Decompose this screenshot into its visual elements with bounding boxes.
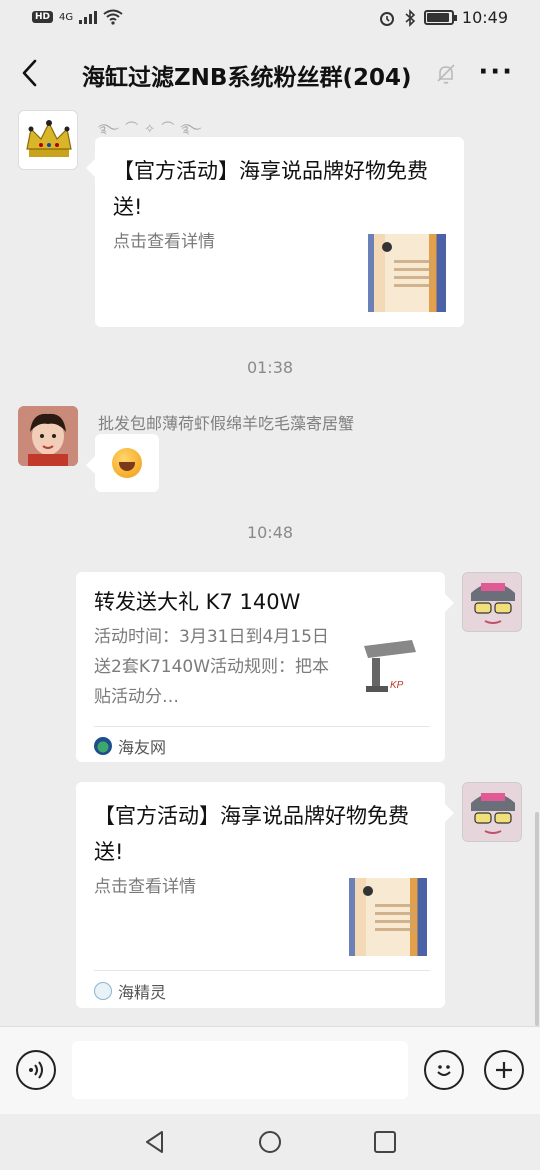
source-label: 海精灵 bbox=[118, 983, 167, 1002]
timestamp: 10:48 bbox=[246, 523, 294, 542]
recents-icon[interactable] bbox=[372, 1129, 398, 1155]
shared-miniprogram-card[interactable]: 【官方活动】海享说品牌好物免费送! 点击查看详情 海精灵 bbox=[76, 782, 454, 1008]
card-title: 【官方活动】海享说品牌好物免费送! bbox=[113, 159, 428, 219]
miniprogram-source: 海精灵 bbox=[94, 979, 166, 1003]
scrollbar[interactable] bbox=[535, 812, 539, 1026]
avatar[interactable] bbox=[462, 782, 522, 842]
divider bbox=[94, 970, 430, 971]
battery-icon bbox=[423, 10, 457, 25]
system-navigation bbox=[0, 1114, 540, 1170]
shared-article-card[interactable]: 转发送大礼 K7 140W 活动时间：3月31日到4月15日送2套K7140W活… bbox=[76, 572, 454, 762]
card-title: 转发送大礼 K7 140W bbox=[94, 590, 301, 614]
back-nav-icon[interactable] bbox=[142, 1129, 168, 1155]
divider bbox=[94, 726, 430, 727]
signal-icon bbox=[79, 10, 98, 24]
link-card[interactable]: 【官方活动】海享说品牌好物免费送! 点击查看详情 bbox=[86, 137, 464, 327]
card-description: 活动时间：3月31日到4月15日送2套K7140W活动规则：把本贴活动分… bbox=[94, 627, 330, 707]
source-icon bbox=[94, 737, 112, 755]
chat-title: 海缸过滤ZNB系统粉丝群(204) bbox=[82, 65, 412, 91]
article-source: 海友网 bbox=[94, 734, 166, 758]
avatar[interactable] bbox=[18, 110, 78, 170]
wifi-icon bbox=[103, 9, 123, 25]
alarm-icon bbox=[379, 11, 394, 26]
emoji-shush-icon bbox=[112, 448, 142, 478]
product-image-icon: KP bbox=[364, 640, 416, 692]
status-bar: HD 4G 10:49 bbox=[0, 0, 540, 38]
back-icon[interactable] bbox=[14, 56, 48, 90]
hd-badge: HD bbox=[32, 11, 54, 23]
svg-text:KP: KP bbox=[390, 680, 404, 691]
bluetooth-icon bbox=[405, 8, 416, 27]
input-bar bbox=[0, 1026, 540, 1114]
network-type: 4G bbox=[59, 11, 74, 23]
emoji-icon bbox=[437, 1065, 451, 1076]
clock: 10:49 bbox=[461, 8, 508, 27]
message-input[interactable] bbox=[72, 1041, 408, 1099]
add-icon bbox=[496, 1062, 512, 1078]
more-button[interactable]: ··· bbox=[478, 59, 514, 85]
message-bubble[interactable] bbox=[86, 434, 159, 492]
child-avatar-icon bbox=[18, 406, 78, 466]
avatar[interactable] bbox=[462, 572, 522, 632]
card-title: 【官方活动】海享说品牌好物免费送! bbox=[94, 804, 409, 864]
card-thumbnail: KP bbox=[354, 632, 432, 710]
emoji-button[interactable] bbox=[424, 1050, 464, 1090]
home-icon[interactable] bbox=[257, 1129, 283, 1155]
user-avatar-icon bbox=[463, 783, 521, 841]
crown-icon bbox=[26, 120, 72, 157]
avatar[interactable] bbox=[18, 406, 78, 466]
sender-name: 批发包邮薄荷虾假绵羊吃毛藻寄居蟹 bbox=[98, 414, 355, 433]
timestamp: 01:38 bbox=[246, 358, 294, 377]
card-thumbnail bbox=[368, 234, 446, 312]
card-description: 点击查看详情 bbox=[113, 232, 215, 252]
source-icon bbox=[94, 982, 112, 1000]
card-thumbnail bbox=[349, 878, 427, 956]
source-label: 海友网 bbox=[118, 738, 167, 757]
card-description: 点击查看详情 bbox=[94, 877, 196, 897]
voice-icon bbox=[29, 1061, 43, 1079]
chat-header: 海缸过滤ZNB系统粉丝群(204) ··· bbox=[0, 38, 540, 108]
mute-bell-icon bbox=[437, 64, 455, 84]
voice-button[interactable] bbox=[16, 1050, 56, 1090]
add-button[interactable] bbox=[484, 1050, 524, 1090]
user-avatar-icon bbox=[463, 573, 521, 631]
